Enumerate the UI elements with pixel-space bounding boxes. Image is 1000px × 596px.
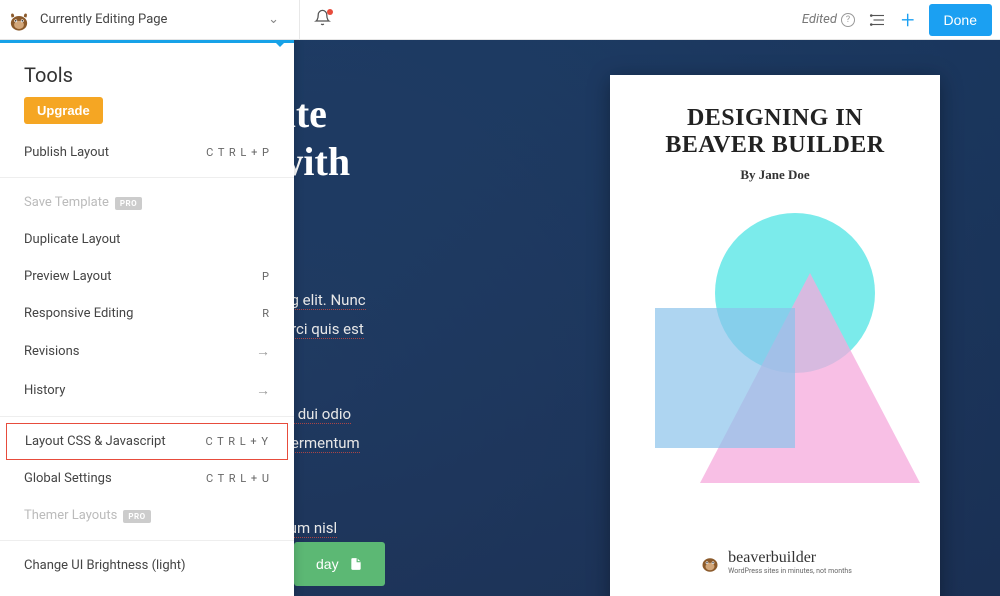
arrow-right-icon: → <box>256 382 270 399</box>
tools-header: Tools Upgrade <box>0 43 294 134</box>
done-button[interactable]: Done <box>929 4 992 36</box>
edited-status[interactable]: Edited ? <box>802 12 855 27</box>
add-button[interactable]: + <box>901 8 915 32</box>
brand-tagline: WordPress sites in minutes, not months <box>728 567 852 575</box>
menu-separator <box>0 416 294 417</box>
shortcut-label: C T R L + U <box>206 472 270 485</box>
topbar-right: Edited ? + Done <box>802 4 1000 36</box>
menu-item-label: Preview Layout <box>24 269 112 284</box>
upgrade-button[interactable]: Upgrade <box>24 97 103 124</box>
tools-item-history[interactable]: History → <box>0 371 294 410</box>
beaver-builder-logo: beaverbuilder WordPress sites in minutes… <box>698 549 852 575</box>
notifications-button[interactable] <box>314 9 331 30</box>
tools-item-save-template: Save TemplatePRO <box>0 184 294 221</box>
square-shape <box>655 308 795 448</box>
pro-badge: PRO <box>123 510 150 523</box>
panel-arrow-icon <box>272 40 288 47</box>
menu-separator <box>0 177 294 178</box>
document-icon <box>349 556 363 572</box>
beaver-icon <box>698 550 722 574</box>
cta-button[interactable]: day <box>294 542 385 586</box>
arrow-right-icon: → <box>256 343 270 360</box>
menu-item-label: Responsive Editing <box>24 306 133 321</box>
shortcut-label: C T R L + Y <box>206 435 270 448</box>
menu-item-label: History <box>24 383 65 398</box>
outline-icon[interactable] <box>869 11 887 29</box>
book-card: DESIGNING IN BEAVER BUILDER By Jane Doe … <box>610 75 940 596</box>
shortcut-label: R <box>262 307 270 320</box>
pro-badge: PRO <box>115 197 142 210</box>
divider <box>299 0 300 40</box>
tools-item-responsive-editing[interactable]: Responsive Editing R <box>0 295 294 332</box>
tools-item-preview-layout[interactable]: Preview Layout P <box>0 258 294 295</box>
menu-item-label: Layout CSS & Javascript <box>25 434 166 449</box>
tools-item-themer-layouts: Themer LayoutsPRO <box>0 497 294 534</box>
book-title: DESIGNING IN BEAVER BUILDER <box>665 105 884 159</box>
tools-item-change-ui-brightness-light-[interactable]: Change UI Brightness (light) <box>0 547 294 584</box>
beaver-logo-icon <box>6 7 32 33</box>
menu-item-label: Global Settings <box>24 471 112 486</box>
tools-item-layout-css-javascript[interactable]: Layout CSS & Javascript C T R L + Y <box>6 423 288 460</box>
brand-name: beaverbuilder <box>728 549 852 567</box>
tools-item-publish-layout[interactable]: Publish Layout C T R L + P <box>0 134 294 171</box>
book-shapes <box>645 213 905 493</box>
cta-label: day <box>316 556 339 572</box>
page-title-dropdown[interactable]: Currently Editing Page ⌄ <box>40 12 285 27</box>
notification-dot <box>327 9 333 15</box>
tools-item-duplicate-layout[interactable]: Duplicate Layout <box>0 221 294 258</box>
menu-item-label: Change UI Brightness (light) <box>24 558 186 573</box>
page-title: Currently Editing Page <box>40 12 167 27</box>
shortcut-label: P <box>262 270 270 283</box>
topbar-left: Currently Editing Page ⌄ <box>0 0 331 40</box>
shortcut-label: C T R L + P <box>206 146 270 159</box>
edited-label: Edited <box>802 12 837 27</box>
tools-item-revisions[interactable]: Revisions → <box>0 332 294 371</box>
menu-item-label: Revisions <box>24 344 79 359</box>
tools-menu: Publish Layout C T R L + P Save TemplatePR… <box>0 134 294 596</box>
menu-item-label: Themer LayoutsPRO <box>24 508 151 523</box>
help-icon: ? <box>841 13 855 27</box>
topbar: Currently Editing Page ⌄ Edited ? + Done <box>0 0 1000 40</box>
menu-item-label: Publish Layout <box>24 145 109 160</box>
book-author: By Jane Doe <box>740 167 809 183</box>
menu-item-label: Save TemplatePRO <box>24 195 142 210</box>
tools-item-wordpress-admin[interactable]: WordPress Admin→ <box>0 584 294 596</box>
menu-separator <box>0 540 294 541</box>
chevron-down-icon: ⌄ <box>268 12 285 27</box>
tools-panel: Tools Upgrade Publish Layout C T R L + P S… <box>0 40 294 596</box>
menu-item-label: Duplicate Layout <box>24 232 120 247</box>
tools-title: Tools <box>24 63 270 87</box>
tools-item-global-settings[interactable]: Global Settings C T R L + U <box>0 460 294 497</box>
content-area: Tools Upgrade Publish Layout C T R L + P S… <box>0 40 1000 596</box>
